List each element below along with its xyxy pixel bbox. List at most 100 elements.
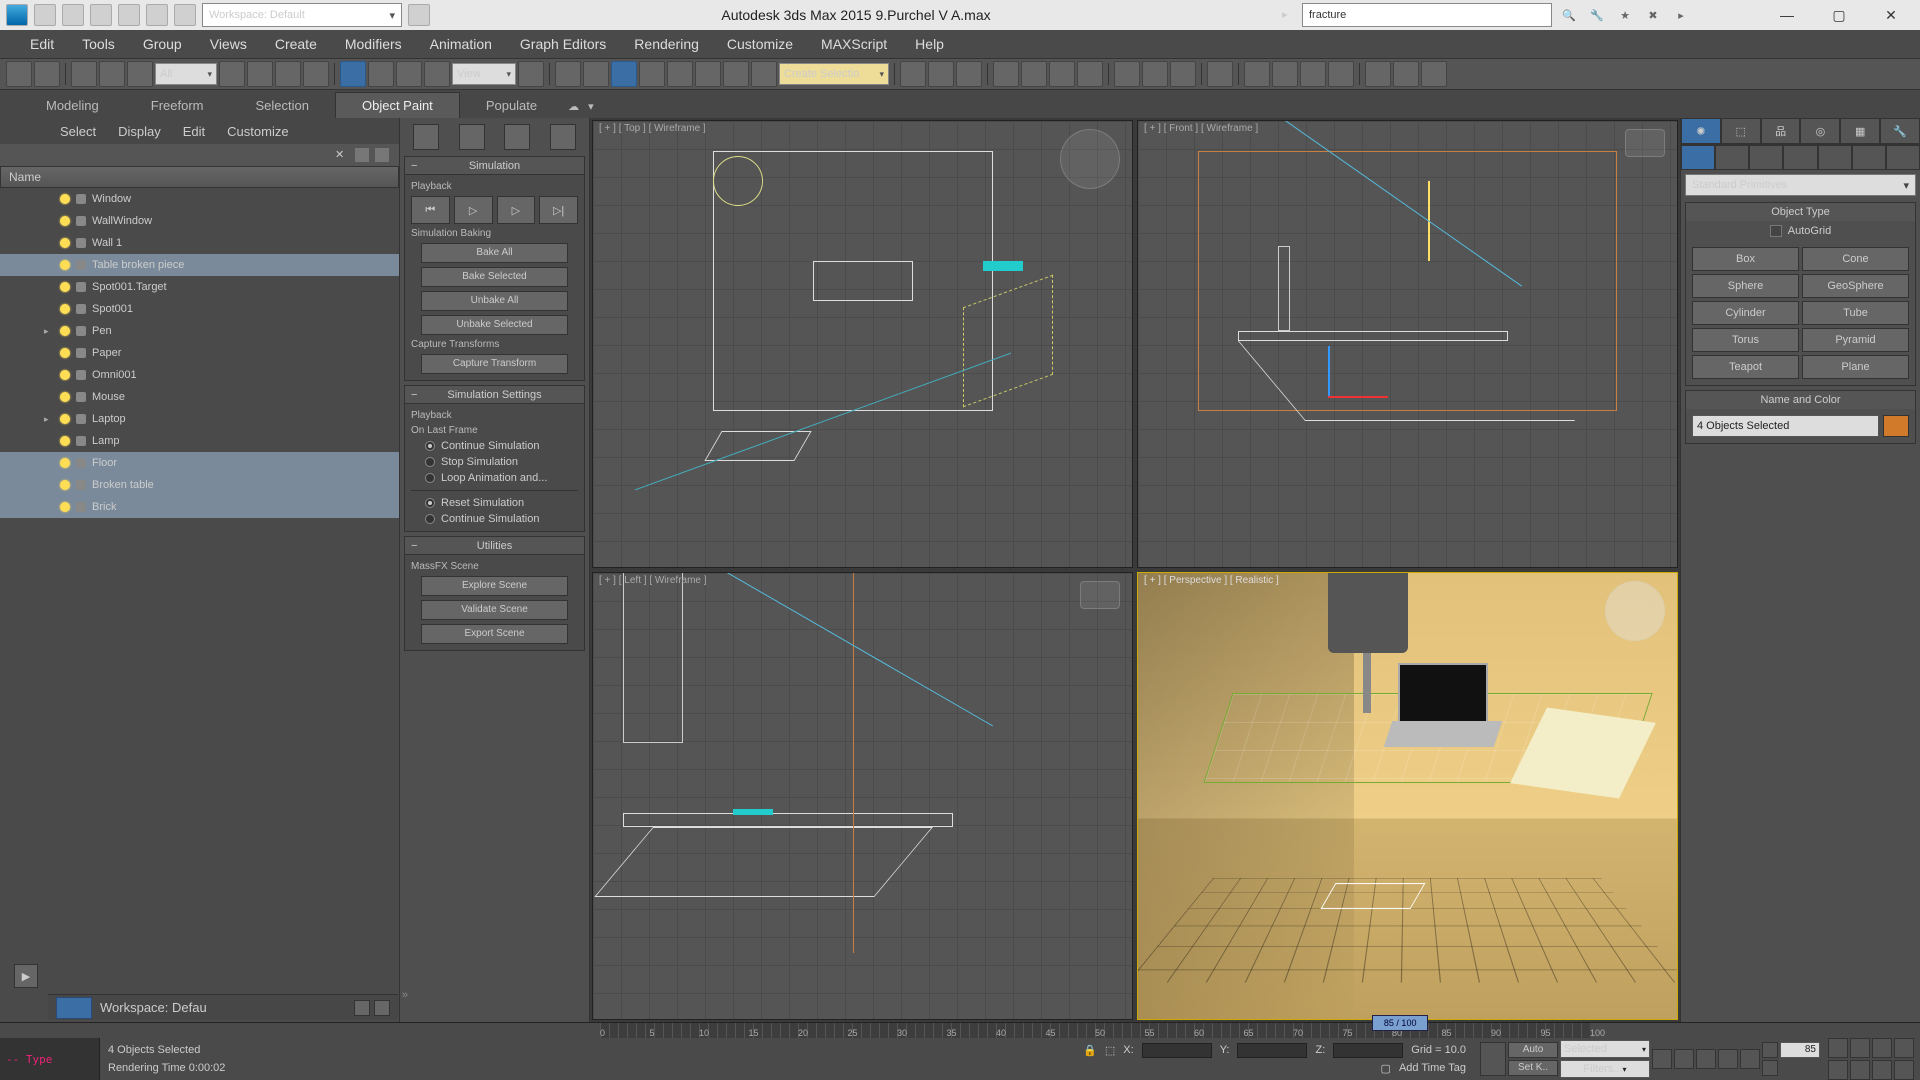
primitive-box-button[interactable]: Box (1692, 247, 1799, 271)
nav-zoomext-icon[interactable] (1828, 1060, 1848, 1080)
render-icon[interactable] (1170, 61, 1196, 87)
bake-selected-button[interactable]: Bake Selected (421, 267, 568, 287)
ref-coord-dropdown[interactable]: View (452, 63, 516, 85)
current-frame-input[interactable]: 85 (1780, 1042, 1820, 1058)
primitive-cylinder-button[interactable]: Cylinder (1692, 301, 1799, 325)
menu-rendering[interactable]: Rendering (634, 36, 699, 52)
select-rotate-icon[interactable] (368, 61, 394, 87)
nav-orbit-icon[interactable] (1872, 1060, 1892, 1080)
menu-edit[interactable]: Edit (30, 36, 54, 52)
ws-opt2-icon[interactable] (374, 1000, 390, 1016)
redo-icon[interactable] (34, 61, 60, 87)
primitive-plane-button[interactable]: Plane (1802, 355, 1909, 379)
undo-icon[interactable] (118, 4, 140, 26)
scene-node[interactable]: Spot001.Target (0, 276, 399, 298)
sub-helpers-icon[interactable] (1818, 145, 1852, 170)
cmd-tab-modify-icon[interactable]: ⬚ (1721, 118, 1761, 144)
scene-node[interactable]: Broken table (0, 474, 399, 496)
radio-loop[interactable]: Loop Animation and... (411, 472, 578, 484)
mfx-cloth-icon[interactable] (1300, 61, 1326, 87)
percent-snap-icon[interactable] (667, 61, 693, 87)
menu-customize[interactable]: Customize (727, 36, 793, 52)
workspace-dropdown[interactable]: Workspace: Default (202, 3, 402, 27)
explore-scene-button[interactable]: Explore Scene (421, 576, 568, 596)
scene-node[interactable]: Floor (0, 452, 399, 474)
cmd-tab-create-icon[interactable]: ✺ (1681, 118, 1721, 144)
menu-help[interactable]: Help (915, 36, 944, 52)
redo-icon[interactable] (146, 4, 168, 26)
viewport-label[interactable]: [ + ] [ Front ] [ Wireframe ] (1144, 123, 1258, 134)
primitive-geosphere-button[interactable]: GeoSphere (1802, 274, 1909, 298)
prev-frame-icon[interactable] (1674, 1049, 1694, 1069)
menu-views[interactable]: Views (210, 36, 247, 52)
sim-tab-rigid-icon[interactable] (504, 124, 530, 150)
scene-node[interactable]: Paper (0, 342, 399, 364)
time-slider[interactable]: 0510152025303540455055606570758085909510… (600, 1023, 1590, 1038)
scene-node[interactable]: Window (0, 188, 399, 210)
menu-modifiers[interactable]: Modifiers (345, 36, 402, 52)
curve-editor-icon[interactable] (1021, 61, 1047, 87)
tab-freeform[interactable]: Freeform (125, 93, 230, 118)
next-frame-icon[interactable] (1718, 1049, 1738, 1069)
select-icon[interactable] (219, 61, 245, 87)
window-crossing-icon[interactable] (303, 61, 329, 87)
category-dropdown[interactable]: Standard Primitives (1685, 174, 1916, 196)
viewcube-icon[interactable] (1080, 581, 1120, 609)
named-selection-dropdown[interactable]: Create Selectio (779, 63, 889, 85)
scene-tree[interactable]: WindowWallWindowWall 1Table broken piece… (0, 188, 399, 1022)
sim-step-button[interactable]: ▷| (539, 196, 578, 224)
radio-stop[interactable]: Stop Simulation (411, 456, 578, 468)
radio-continue[interactable]: Continue Simulation (411, 440, 578, 452)
object-name-input[interactable] (1692, 415, 1879, 437)
mfx-world-icon[interactable] (1244, 61, 1270, 87)
menu-grapheditors[interactable]: Graph Editors (520, 36, 606, 52)
workspace-toggle-icon[interactable] (408, 4, 430, 26)
goto-end-icon[interactable] (1740, 1049, 1760, 1069)
cmd-tab-hierarchy-icon[interactable]: 品 (1761, 118, 1801, 144)
sim-rewind-button[interactable]: ⏮ (411, 196, 450, 224)
sim-tab-tools-icon[interactable] (459, 124, 485, 150)
sub-systems-icon[interactable] (1886, 145, 1920, 170)
scene-node[interactable]: Table broken piece (0, 254, 399, 276)
snap-toggle-icon[interactable] (611, 61, 637, 87)
minimize-button[interactable]: — (1764, 1, 1810, 29)
align-icon[interactable] (928, 61, 954, 87)
sim-tab-world-icon[interactable] (413, 124, 439, 150)
export-scene-button[interactable]: Export Scene (421, 624, 568, 644)
bake-all-button[interactable]: Bake All (421, 243, 568, 263)
se-view-icon[interactable] (375, 148, 389, 162)
favorite-icon[interactable]: ★ (1614, 4, 1636, 26)
viewport-label[interactable]: [ + ] [ Top ] [ Wireframe ] (599, 123, 706, 134)
menu-group[interactable]: Group (143, 36, 182, 52)
subscription-icon[interactable]: 🔧 (1586, 4, 1608, 26)
menu-tools[interactable]: Tools (82, 36, 115, 52)
viewport-left[interactable]: [ + ] [ Left ] [ Wireframe ] (592, 572, 1133, 1020)
layers-icon[interactable] (956, 61, 982, 87)
x-input[interactable] (1142, 1043, 1212, 1058)
validate-scene-button[interactable]: Validate Scene (421, 600, 568, 620)
menu-maxscript[interactable]: MAXScript (821, 36, 887, 52)
nav-fov-icon[interactable] (1894, 1038, 1914, 1058)
undo-icon[interactable] (6, 61, 32, 87)
cmd-tab-display-icon[interactable]: ▦ (1840, 118, 1880, 144)
setkey-button[interactable]: Set K.. (1508, 1060, 1558, 1076)
se-menu-display[interactable]: Display (118, 124, 161, 139)
tab-populate[interactable]: Populate (460, 93, 563, 118)
keymode-icon[interactable] (583, 61, 609, 87)
play-icon[interactable] (1696, 1049, 1716, 1069)
exchange-icon[interactable]: ✖ (1642, 4, 1664, 26)
add-time-tag[interactable]: Add Time Tag (1399, 1062, 1466, 1074)
select-region-icon[interactable] (275, 61, 301, 87)
select-scale-icon[interactable] (396, 61, 422, 87)
sub-spacewarps-icon[interactable] (1852, 145, 1886, 170)
viewport-top[interactable]: [ + ] [ Top ] [ Wireframe ] (592, 120, 1133, 568)
rollout-objecttype[interactable]: Object Type (1686, 203, 1915, 221)
unlink-icon[interactable] (99, 61, 125, 87)
pivot-icon[interactable] (518, 61, 544, 87)
rollout-utilities[interactable]: Utilities (405, 537, 584, 555)
scene-node[interactable]: Omni001 (0, 364, 399, 386)
new-file-icon[interactable] (34, 4, 56, 26)
z-input[interactable] (1333, 1043, 1403, 1058)
mfx-reset-icon[interactable] (1365, 61, 1391, 87)
script-listener[interactable]: -- Type (0, 1038, 100, 1080)
